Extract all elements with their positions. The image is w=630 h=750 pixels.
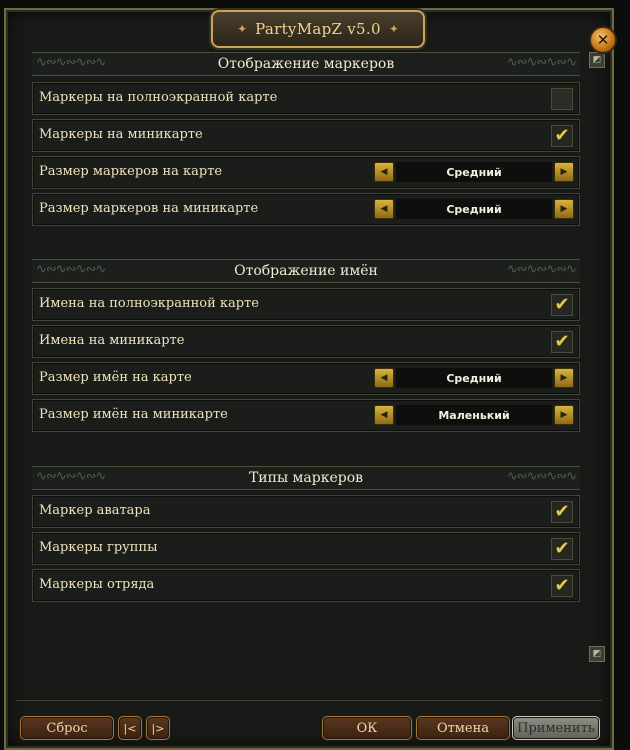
title-ornament-left-icon: ✦ [237,22,248,36]
select-marker-size-minimap: ◀ Средний ▶ [374,199,574,219]
select-next-button[interactable]: ▶ [554,199,574,219]
select-next-button[interactable]: ▶ [554,162,574,182]
close-icon: ✕ [596,31,610,49]
section-title: Типы маркеров [238,470,374,486]
option-row-name-size-minimap: Размер имён на миникарте ◀ Маленький ▶ [32,399,580,432]
checkbox-group-markers[interactable]: ✔ [551,538,573,560]
checkbox-markers-minimap[interactable]: ✔ [551,125,573,147]
cancel-button[interactable]: Отмена [416,716,510,740]
option-row-raid-markers[interactable]: Маркеры отряда ✔ [32,569,580,602]
checkbox-names-fullscreen[interactable]: ✔ [551,294,573,316]
window-titlebar[interactable]: ✦ PartyMapZ v5.0 ✦ [211,10,425,48]
checkbox-markers-fullscreen[interactable] [551,88,573,110]
ornament-right-icon: ∿∾∿∾∿∾∿ [506,469,577,484]
option-row-names-fullscreen[interactable]: Имена на полноэкранной карте ✔ [32,288,580,321]
select-next-button[interactable]: ▶ [554,368,574,388]
footer-divider [16,700,602,701]
ornament-right-icon: ∿∾∿∾∿∾∿ [506,262,577,277]
next-page-button[interactable]: |> [146,716,170,740]
option-row-marker-size-minimap: Размер маркеров на миникарте ◀ Средний ▶ [32,193,580,226]
reset-button[interactable]: Сброс [20,716,114,740]
option-label: Маркеры на миникарте [39,127,203,142]
checkmark-icon: ✔ [554,501,570,522]
ornament-left-icon: ∿∾∿∾∿∾∿ [36,469,106,484]
arrow-left-icon: ◀ [380,167,388,177]
close-button[interactable]: ✕ [589,26,617,54]
ornament-left-icon: ∿∾∿∾∿∾∿ [36,262,106,277]
section-title: Отображение маркеров [207,56,405,72]
checkmark-icon: ✔ [554,538,570,559]
arrow-left-icon: ◀ [380,204,388,214]
select-value: Средний [396,368,552,388]
arrow-right-icon: ▶ [560,373,568,383]
checkmark-icon: ✔ [554,331,570,352]
section-header-name-display: ∿∾∿∾∿∾∿ Отображение имён ∿∾∿∾∿∾∿ [32,259,580,283]
checkmark-icon: ✔ [554,125,570,146]
ok-button[interactable]: ОК [322,716,412,740]
select-marker-size-map: ◀ Средний ▶ [374,162,574,182]
section-title: Отображение имён [224,263,388,279]
ornament-left-icon: ∿∾∿∾∿∾∿ [36,55,106,70]
option-label: Маркеры отряда [39,577,155,592]
option-label: Маркеры на полноэкранной карте [39,90,278,105]
option-row-marker-size-map: Размер маркеров на карте ◀ Средний ▶ [32,156,580,189]
section-header-marker-display: ∿∾∿∾∿∾∿ Отображение маркеров ∿∾∿∾∿∾∿ [32,52,580,76]
select-prev-button[interactable]: ◀ [374,162,394,182]
option-row-avatar-marker[interactable]: Маркер аватара ✔ [32,495,580,528]
apply-button[interactable]: Применить [512,716,600,740]
scroll-down-icon: ◩ [592,649,602,659]
option-label: Имена на полноэкранной карте [39,296,259,311]
checkbox-names-minimap[interactable]: ✔ [551,331,573,353]
option-row-markers-minimap[interactable]: Маркеры на миникарте ✔ [32,119,580,152]
settings-window: ✦ PartyMapZ v5.0 ✦ ✕ ◩ ◩ ∿∾∿∾∿∾∿ Отображ… [4,8,617,750]
option-label: Имена на миникарте [39,333,185,348]
section-header-marker-types: ∿∾∿∾∿∾∿ Типы маркеров ∿∾∿∾∿∾∿ [32,466,580,490]
option-label: Маркер аватара [39,503,151,518]
scroll-up-icon: ◩ [592,55,602,65]
select-name-size-minimap: ◀ Маленький ▶ [374,405,574,425]
first-page-button[interactable]: |< [118,716,142,740]
option-label: Размер имён на карте [39,370,192,385]
option-label: Размер имён на миникарте [39,407,228,422]
arrow-right-icon: ▶ [560,204,568,214]
arrow-right-icon: ▶ [560,410,568,420]
checkbox-raid-markers[interactable]: ✔ [551,575,573,597]
option-label: Маркеры группы [39,540,158,555]
arrow-left-icon: ◀ [380,410,388,420]
option-row-markers-fullscreen[interactable]: Маркеры на полноэкранной карте [32,82,580,115]
window-title: PartyMapZ v5.0 [255,20,381,38]
select-value: Средний [396,162,552,182]
checkmark-icon: ✔ [554,575,570,596]
option-label: Размер маркеров на карте [39,164,223,179]
select-prev-button[interactable]: ◀ [374,199,394,219]
arrow-right-icon: ▶ [560,167,568,177]
ornament-right-icon: ∿∾∿∾∿∾∿ [506,55,577,70]
scrollbar-track[interactable] [595,70,601,642]
option-label: Размер маркеров на миникарте [39,201,259,216]
select-value: Средний [396,199,552,219]
select-prev-button[interactable]: ◀ [374,368,394,388]
checkmark-icon: ✔ [554,294,570,315]
scroll-down-button[interactable]: ◩ [589,646,605,662]
select-value: Маленький [396,405,552,425]
select-next-button[interactable]: ▶ [554,405,574,425]
option-row-name-size-map: Размер имён на карте ◀ Средний ▶ [32,362,580,395]
arrow-left-icon: ◀ [380,373,388,383]
title-ornament-right-icon: ✦ [388,22,399,36]
scroll-up-button[interactable]: ◩ [589,52,605,68]
checkbox-avatar-marker[interactable]: ✔ [551,501,573,523]
option-row-group-markers[interactable]: Маркеры группы ✔ [32,532,580,565]
option-row-names-minimap[interactable]: Имена на миникарте ✔ [32,325,580,358]
select-name-size-map: ◀ Средний ▶ [374,368,574,388]
select-prev-button[interactable]: ◀ [374,405,394,425]
